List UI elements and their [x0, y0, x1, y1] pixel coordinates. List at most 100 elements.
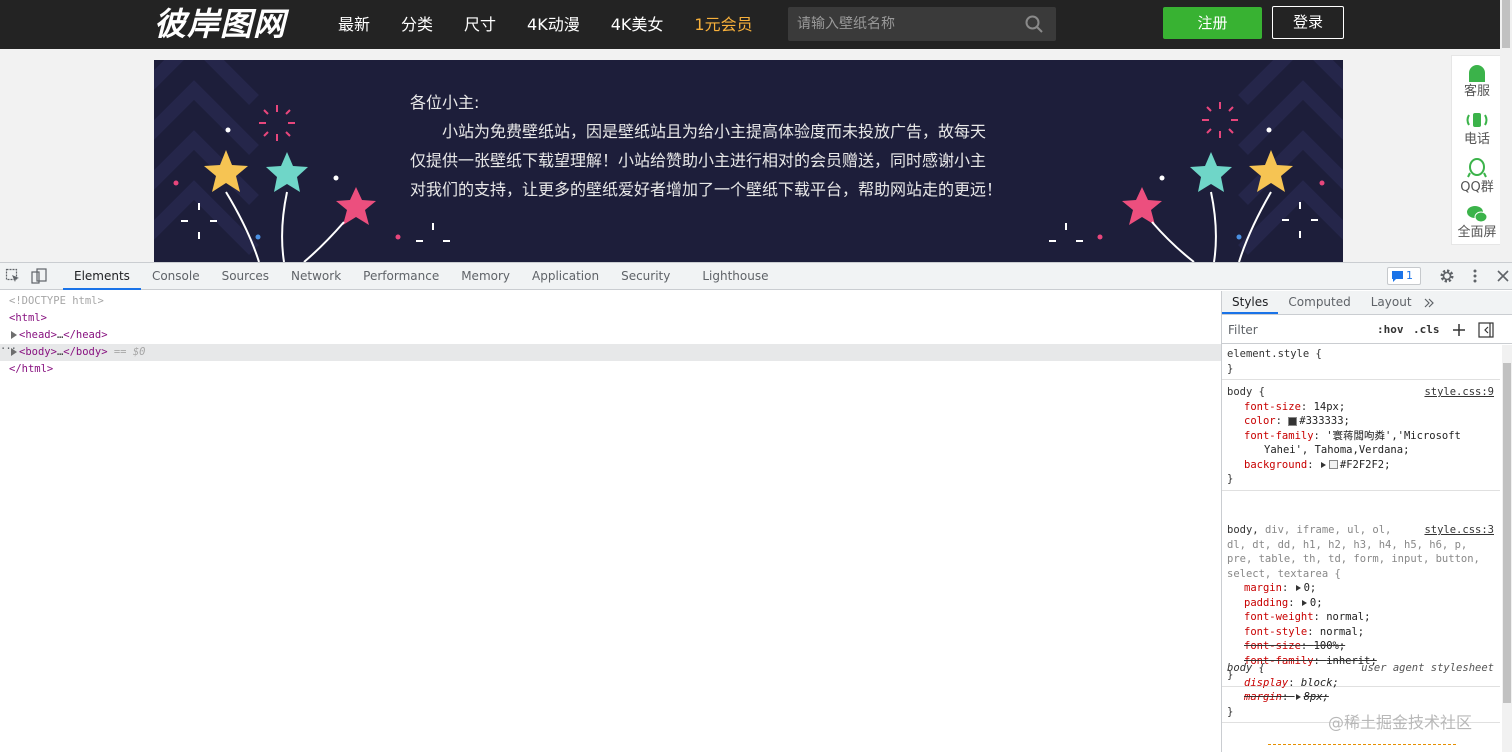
tab-console[interactable]: Console: [141, 263, 211, 290]
headset-icon: [1469, 65, 1485, 82]
site-logo[interactable]: 彼岸图网: [154, 4, 286, 44]
toggle-sidebar-icon[interactable]: [1478, 322, 1494, 338]
css-declaration[interactable]: font-family: '寰蒋闆呴粦','Microsoft: [1227, 429, 1500, 444]
close-devtools-icon[interactable]: [1495, 268, 1511, 284]
tab-computed[interactable]: Computed: [1278, 291, 1360, 314]
tab-performance[interactable]: Performance: [352, 263, 450, 290]
css-declaration[interactable]: background: #F2F2F2;: [1227, 458, 1500, 473]
tab-lighthouse[interactable]: Lighthouse: [681, 263, 779, 290]
site-search: [788, 7, 1056, 41]
message-icon: [1392, 271, 1403, 282]
styles-scrollbar[interactable]: [1502, 345, 1512, 752]
styles-tabbar: Styles Computed Layout: [1222, 291, 1512, 315]
dom-html-open[interactable]: <html>: [0, 310, 1221, 327]
notice-banner: 各位小主: 小站为免费壁纸站，因是壁纸站且为给小主提高体验度而未投放广告，故每天…: [154, 60, 1343, 262]
css-declaration[interactable]: display: block;: [1227, 676, 1500, 691]
scrollbar-thumb[interactable]: [1502, 0, 1510, 48]
devtools-panel: Elements Console Sources Network Perform…: [0, 262, 1512, 752]
tool-label: 全面屏: [1457, 225, 1497, 240]
tab-application[interactable]: Application: [521, 263, 610, 290]
color-swatch[interactable]: [1288, 416, 1298, 426]
banner-notice-text: 各位小主: 小站为免费壁纸站，因是壁纸站且为给小主提高体验度而未投放广告，故每天…: [410, 88, 1090, 204]
expand-triangle-icon[interactable]: [1295, 694, 1301, 700]
phone-tool[interactable]: 电话: [1452, 106, 1502, 152]
inspect-element-icon[interactable]: [5, 268, 21, 284]
devtools-tabs: Elements Console Sources Network Perform…: [63, 263, 780, 290]
tool-label: 电话: [1463, 132, 1490, 147]
login-button[interactable]: 登录: [1272, 6, 1344, 39]
search-icon[interactable]: [1024, 14, 1044, 34]
search-input[interactable]: [788, 7, 1018, 41]
site-nav: 最新 分类 尺寸 4K动漫 4K美女 1元会员: [338, 0, 784, 49]
box-model-preview: [1268, 744, 1456, 752]
website-viewport: 彼岸图网 最新 分类 尺寸 4K动漫 4K美女 1元会员 注册 登录: [0, 0, 1512, 262]
css-declaration[interactable]: padding: 0;: [1227, 596, 1500, 611]
nav-category[interactable]: 分类: [401, 0, 433, 49]
expand-triangle-icon[interactable]: [1301, 599, 1307, 606]
tool-label: 客服: [1463, 84, 1490, 99]
page-scrollbar[interactable]: [1500, 0, 1512, 262]
nav-size[interactable]: 尺寸: [464, 0, 496, 49]
node-actions-icon[interactable]: ···: [0, 341, 17, 358]
tab-elements[interactable]: Elements: [63, 263, 141, 290]
qq-group-tool[interactable]: QQ群: [1452, 154, 1502, 200]
hover-state-toggle[interactable]: :hov: [1377, 323, 1404, 336]
styles-filter-input[interactable]: [1225, 321, 1365, 339]
device-toolbar-icon[interactable]: [31, 268, 47, 284]
nav-4k-anime[interactable]: 4K动漫: [527, 0, 580, 49]
expand-triangle-icon[interactable]: [1295, 585, 1301, 591]
tab-network[interactable]: Network: [280, 263, 352, 290]
css-declaration[interactable]: font-size: 14px;: [1227, 400, 1500, 415]
side-toolbar: 客服 电话 QQ群 全面屏: [1451, 55, 1501, 245]
css-declaration-overridden[interactable]: margin: 8px;: [1227, 690, 1500, 705]
nav-4k-beauty[interactable]: 4K美女: [611, 0, 664, 49]
class-toggle[interactable]: .cls: [1413, 323, 1440, 336]
site-header: 彼岸图网 最新 分类 尺寸 4K动漫 4K美女 1元会员 注册 登录: [0, 0, 1512, 49]
nav-latest[interactable]: 最新: [338, 0, 370, 49]
nav-vip[interactable]: 1元会员: [694, 0, 752, 49]
more-options-icon[interactable]: [1467, 268, 1483, 284]
more-tabs-chevron-icon[interactable]: [1422, 291, 1436, 314]
source-link[interactable]: style.css:3: [1424, 523, 1494, 538]
tab-styles[interactable]: Styles: [1222, 291, 1279, 314]
register-button[interactable]: 注册: [1163, 7, 1262, 39]
tool-label: QQ群: [1460, 180, 1494, 195]
watermark: @稀土掘金技术社区: [1328, 713, 1473, 732]
banner-line: 小站为免费壁纸站，因是壁纸站且为给小主提高体验度而未投放广告，故每天: [442, 122, 987, 141]
tab-security[interactable]: Security: [610, 263, 681, 290]
styles-sidebar: Styles Computed Layout :hov .cls element…: [1221, 291, 1512, 752]
color-swatch[interactable]: [1328, 460, 1338, 469]
dom-head-node[interactable]: <head>…</head>: [0, 327, 1221, 344]
issues-counter[interactable]: 1: [1387, 267, 1421, 285]
expand-triangle-icon[interactable]: [1320, 461, 1326, 468]
css-declaration[interactable]: font-weight: normal;: [1227, 610, 1500, 625]
expand-triangle-icon[interactable]: [11, 331, 17, 339]
tab-sources[interactable]: Sources: [211, 263, 280, 290]
css-declaration-wrap: Yahei', Tahoma,Verdana;: [1264, 444, 1410, 456]
add-rule-plus-icon[interactable]: [1452, 323, 1466, 337]
rule-body-style-css-9[interactable]: body {style.css:9 font-size: 14px; color…: [1222, 383, 1500, 491]
css-declaration-overridden[interactable]: font-size: 100%;: [1227, 639, 1500, 654]
banner-line: 仅提供一张壁纸下载望理解！小站给赞助小主进行相对的会员赠送，同时感谢小主: [410, 151, 987, 170]
issues-count: 1: [1406, 269, 1413, 282]
tab-layout[interactable]: Layout: [1361, 291, 1422, 314]
fullscreen-tool[interactable]: 全面屏: [1452, 201, 1502, 247]
phone-icon: [1466, 113, 1488, 127]
wechat-icon: [1467, 206, 1488, 223]
source-link[interactable]: style.css:9: [1424, 385, 1494, 400]
css-declaration[interactable]: font-style: normal;: [1227, 625, 1500, 640]
settings-gear-icon[interactable]: [1439, 268, 1455, 284]
dom-doctype[interactable]: <!DOCTYPE html>: [0, 293, 1221, 310]
dom-html-close[interactable]: </html>: [0, 361, 1221, 378]
rule-element-style[interactable]: element.style { }: [1222, 345, 1500, 380]
css-declaration[interactable]: margin: 0;: [1227, 581, 1500, 596]
scrollbar-thumb[interactable]: [1503, 363, 1511, 703]
banner-greeting: 各位小主:: [410, 93, 480, 112]
styles-filter-bar: :hov .cls: [1222, 316, 1512, 344]
dom-body-node[interactable]: ··· <body>…</body> == $0: [0, 341, 1221, 361]
tab-memory[interactable]: Memory: [450, 263, 521, 290]
devtools-tabbar: Elements Console Sources Network Perform…: [0, 263, 1512, 290]
elements-dom-tree: <!DOCTYPE html> <html> <head>…</head> ··…: [0, 291, 1221, 752]
css-declaration[interactable]: color: #333333;: [1227, 414, 1500, 429]
customer-service-tool[interactable]: 客服: [1452, 58, 1502, 104]
